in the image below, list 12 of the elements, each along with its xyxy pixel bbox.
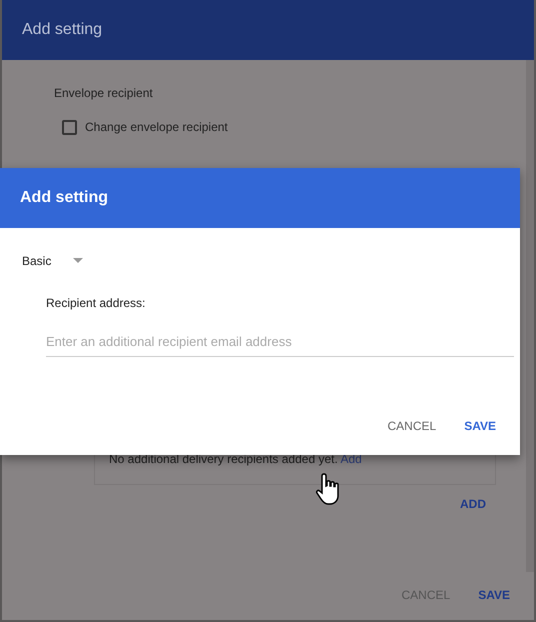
- save-button[interactable]: SAVE: [454, 411, 506, 441]
- add-button[interactable]: ADD: [450, 489, 496, 519]
- envelope-checkbox[interactable]: Change envelope recipient: [62, 118, 496, 136]
- window-title: Add setting: [22, 20, 102, 40]
- save-button[interactable]: SAVE: [468, 580, 520, 610]
- recipients-note: No additional delivery recipients added yet.: [109, 452, 338, 466]
- section-label: Envelope recipient: [54, 85, 154, 102]
- dialog-title: Add setting: [20, 188, 108, 208]
- mode-dropdown[interactable]: Basic: [22, 252, 84, 270]
- field-label: Recipient address:: [46, 295, 146, 312]
- cancel-button[interactable]: CANCEL: [378, 411, 446, 441]
- add-link[interactable]: Add: [340, 452, 362, 466]
